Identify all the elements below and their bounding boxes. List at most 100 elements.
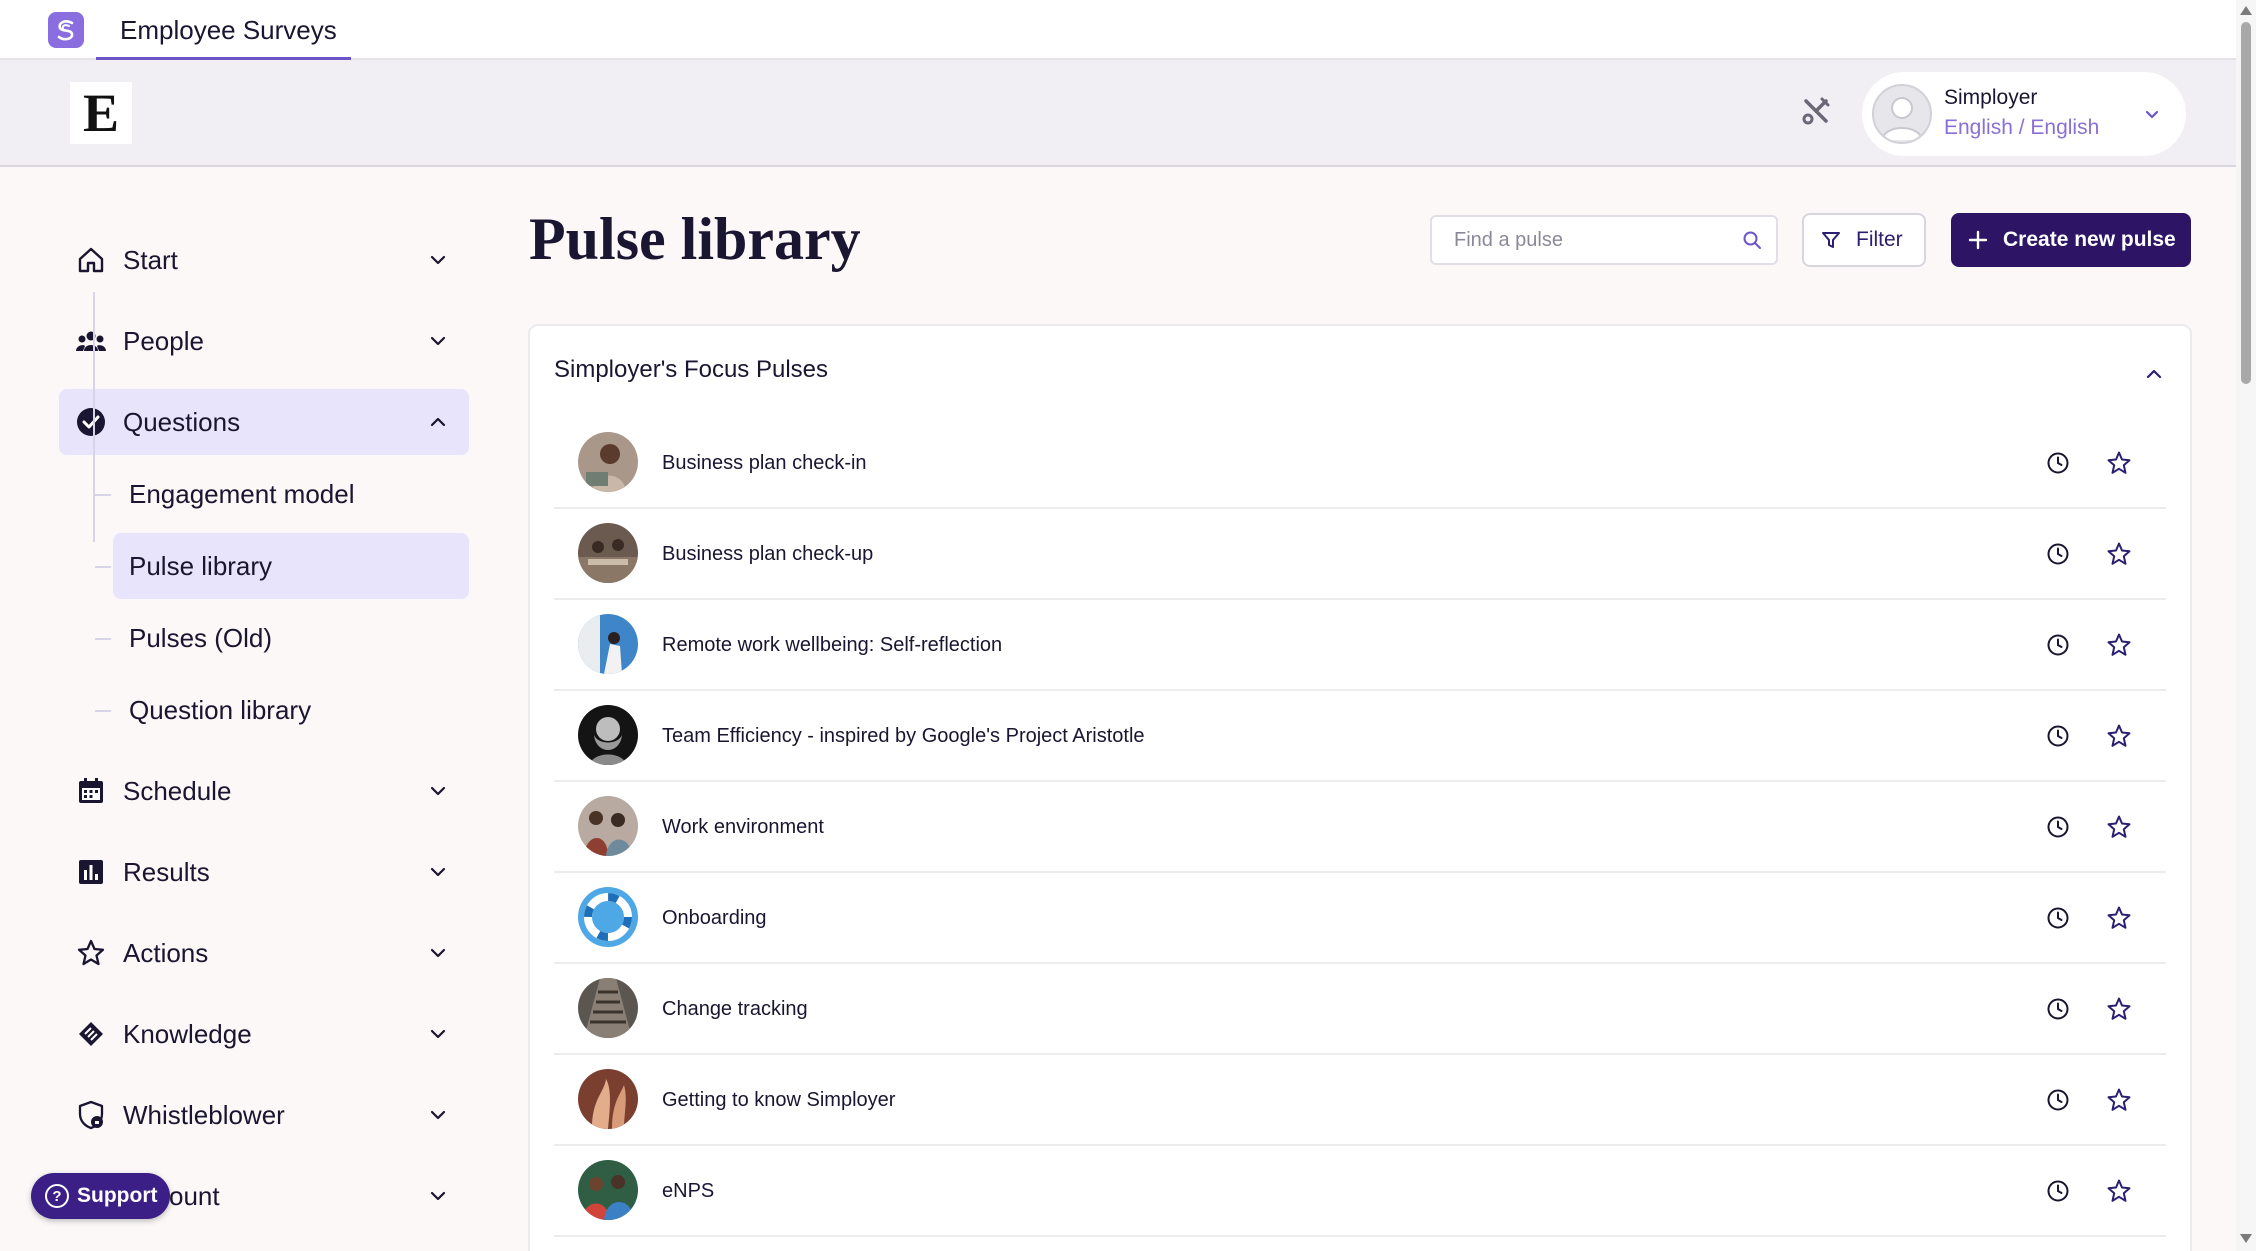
clock-icon[interactable]: [2046, 1179, 2070, 1203]
support-button[interactable]: ? Support: [31, 1173, 170, 1219]
knowledge-icon: [79, 1022, 103, 1046]
clock-icon[interactable]: [2046, 724, 2070, 748]
submenu-tick: [95, 566, 111, 568]
chevron-up-icon[interactable]: [2142, 362, 2166, 386]
sidebar-item-people[interactable]: People: [59, 308, 469, 374]
submenu-tick: [95, 494, 111, 496]
chevron-down-icon[interactable]: [2140, 102, 2164, 126]
sidebar-item-label: Actions: [123, 938, 209, 968]
clock-icon[interactable]: [2046, 542, 2070, 566]
pulse-thumbnail: [578, 1160, 638, 1220]
sidebar-item-actions[interactable]: Actions: [59, 920, 469, 986]
pulse-name: Getting to know Simployer: [662, 1089, 896, 1111]
scroll-down-arrow[interactable]: [2240, 1234, 2252, 1243]
star-icon[interactable]: [2106, 541, 2132, 567]
pulse-thumbnail: [578, 796, 638, 856]
user-menu[interactable]: Simployer English / English: [1862, 72, 2186, 156]
clock-icon[interactable]: [2046, 633, 2070, 657]
sidebar-item-results[interactable]: Results: [59, 839, 469, 905]
pulse-name: Remote work wellbeing: Self-reflection: [662, 634, 1003, 656]
section-title: Simployer's Focus Pulses: [554, 356, 829, 383]
clock-icon[interactable]: [2046, 451, 2070, 475]
list-item[interactable]: Getting to know Simployer: [554, 1055, 2166, 1146]
pulse-thumbnail: [578, 432, 638, 492]
pulse-thumbnail: [578, 705, 638, 765]
star-icon[interactable]: [2106, 723, 2132, 749]
search-box[interactable]: [1430, 215, 1778, 265]
star-icon[interactable]: [2106, 1178, 2132, 1204]
filter-icon: [1822, 232, 1840, 248]
sidebar-subitem-pulses-old[interactable]: Pulses (Old): [113, 605, 469, 671]
sidebar-item-label: Questions: [123, 407, 241, 437]
page-scrollbar[interactable]: [2236, 0, 2256, 1251]
shield-lock-icon: [78, 1100, 104, 1130]
create-new-pulse-button[interactable]: Create new pulse: [1951, 213, 2191, 267]
bar-chart-icon: [79, 860, 103, 884]
list-item[interactable]: Business plan check-up: [554, 509, 2166, 600]
chevron-down-icon: [430, 786, 446, 796]
sidebar-item-label: ount: [169, 1181, 220, 1211]
app-tab-bar: Employee Surveys: [0, 0, 2236, 60]
chevron-down-icon: [430, 867, 446, 877]
sidebar-subitem-pulse-library[interactable]: Pulse library: [113, 533, 469, 599]
user-language: English / English: [1944, 116, 2100, 139]
tab-employee-surveys[interactable]: Employee Surveys: [96, 0, 351, 60]
support-label: Support: [77, 1184, 158, 1207]
sidebar-item-schedule[interactable]: Schedule: [59, 758, 469, 824]
scrollbar-thumb[interactable]: [2241, 22, 2251, 384]
sidebar-subitem-label: Pulses (Old): [129, 623, 273, 653]
list-item[interactable]: Onboarding: [554, 873, 2166, 964]
clock-icon[interactable]: [2046, 997, 2070, 1021]
star-icon[interactable]: [2106, 814, 2132, 840]
sidebar-item-label: Whistleblower: [123, 1100, 285, 1130]
pulse-name: Team Efficiency - inspired by Google's P…: [662, 725, 1145, 747]
chevron-down-icon: [430, 1110, 446, 1120]
filter-label: Filter: [1856, 228, 1903, 251]
list-item[interactable]: Work environment: [554, 782, 2166, 873]
company-logo[interactable]: E: [70, 82, 132, 144]
sidebar-subitem-engagement-model[interactable]: Engagement model: [113, 461, 469, 527]
star-icon[interactable]: [2106, 1087, 2132, 1113]
pulse-thumbnail: [578, 978, 638, 1038]
clock-icon[interactable]: [2046, 906, 2070, 930]
chevron-up-icon: [430, 417, 446, 427]
sidebar-subitem-question-library[interactable]: Question library: [113, 677, 469, 743]
star-icon[interactable]: [2106, 905, 2132, 931]
pulse-thumbnail: [578, 614, 638, 674]
sidebar-item-label: Results: [123, 857, 210, 887]
help-icon: ?: [45, 1184, 69, 1208]
search-icon[interactable]: [1742, 230, 1762, 250]
list-item[interactable]: Change tracking: [554, 964, 2166, 1055]
pulse-name: Business plan check-in: [662, 452, 867, 474]
sidebar-item-whistleblower[interactable]: Whistleblower: [59, 1082, 469, 1148]
clock-icon[interactable]: [2046, 1088, 2070, 1112]
list-item[interactable]: Team Efficiency - inspired by Google's P…: [554, 691, 2166, 782]
sidebar-subitem-label: Engagement model: [129, 479, 355, 509]
check-circle-icon: [77, 408, 105, 436]
sidebar-item-label: Schedule: [123, 776, 232, 806]
chevron-down-icon: [430, 336, 446, 346]
star-icon[interactable]: [2106, 632, 2132, 658]
create-label: Create new pulse: [2003, 228, 2176, 251]
sidebar-item-start[interactable]: Start: [59, 227, 469, 293]
list-item[interactable]: Remote work wellbeing: Self-reflection: [554, 600, 2166, 691]
scroll-up-arrow[interactable]: [2240, 6, 2252, 15]
pulse-name: Work environment: [662, 816, 824, 838]
list-item[interactable]: eNPS: [554, 1146, 2166, 1237]
sidebar-item-knowledge[interactable]: Knowledge: [59, 1001, 469, 1067]
search-input[interactable]: [1432, 217, 1732, 263]
tools-icon[interactable]: [1800, 95, 1832, 127]
header: E Simployer English / English: [0, 60, 2236, 167]
list-item[interactable]: Business plan check-in: [554, 418, 2166, 509]
sidebar-item-questions[interactable]: Questions: [59, 389, 469, 455]
chevron-down-icon: [430, 1191, 446, 1201]
clock-icon[interactable]: [2046, 815, 2070, 839]
sidebar-item-label: Knowledge: [123, 1019, 252, 1049]
submenu-tick: [95, 638, 111, 640]
pulse-list: Business plan check-in Business plan che…: [554, 418, 2166, 1237]
filter-button[interactable]: Filter: [1802, 213, 1926, 267]
avatar: [1872, 84, 1932, 144]
star-icon[interactable]: [2106, 450, 2132, 476]
star-icon[interactable]: [2106, 996, 2132, 1022]
submenu-line: [93, 292, 95, 542]
